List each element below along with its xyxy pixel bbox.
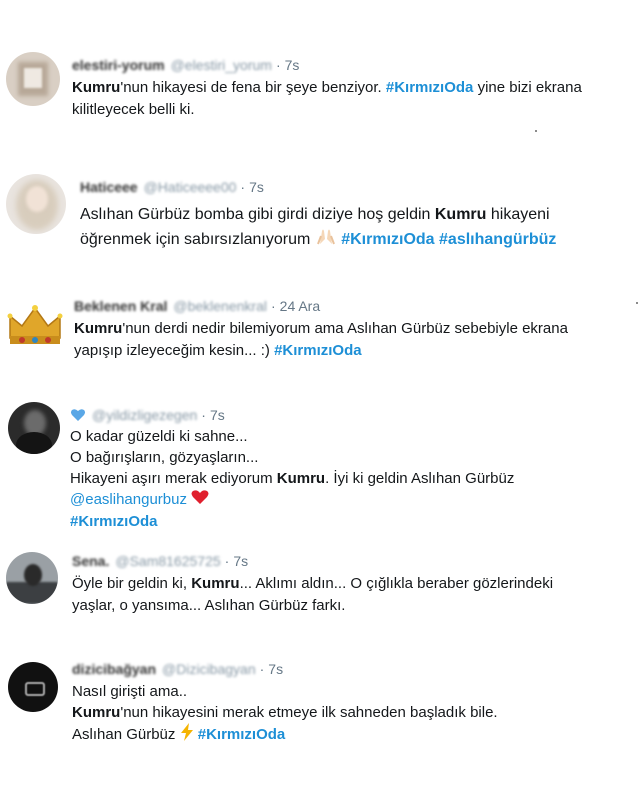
- tweet-text: Aslıhan Gürbüz bomba gibi girdi diziye h…: [80, 202, 556, 253]
- timestamp[interactable]: 24 Ara: [280, 298, 320, 314]
- avatar[interactable]: [6, 52, 60, 106]
- bold-text: Kumru: [72, 79, 121, 96]
- tweet-4[interactable]: @yildizligezegen · 7s O kadar güzeldi ki s…: [0, 390, 640, 540]
- avatar[interactable]: [8, 402, 60, 454]
- hashtag-link[interactable]: #KırmızıOda: [70, 513, 158, 530]
- tweet-5[interactable]: Sena. @Sam81625725 · 7s Öyle bir geldin ki,…: [0, 540, 640, 650]
- text-segment: yapışıp izleyeceğim kesin... :): [74, 342, 275, 359]
- separator-dot: ·: [224, 553, 230, 569]
- avatar[interactable]: [6, 174, 66, 234]
- avatar[interactable]: [6, 552, 58, 604]
- bold-text: Kumru: [191, 575, 240, 592]
- timestamp[interactable]: 7s: [268, 661, 283, 677]
- separator-dot: ·: [240, 179, 246, 195]
- text-segment: hikayeni: [486, 206, 550, 223]
- bold-text: Kumru: [74, 320, 123, 337]
- mention-link[interactable]: @easlihangurbuz: [70, 491, 187, 508]
- separator-dot: ·: [201, 407, 206, 423]
- separator-dot: ·: [259, 661, 265, 677]
- bold-text: Kumru: [434, 206, 487, 223]
- tweet-text: Nasıl girişti ama.. Kumru'nun hikayesini…: [72, 681, 498, 747]
- text-segment: Aslıhan Gürbüz bomba gibi girdi diziye h…: [80, 206, 435, 223]
- hashtag-link[interactable]: #KırmızıOda: [198, 726, 286, 743]
- lightning-icon: [180, 723, 194, 747]
- user-handle[interactable]: @yildizligezegen: [92, 407, 197, 423]
- text-line: kilitleyecek belli ki.: [72, 101, 195, 118]
- hashtag-link[interactable]: #aslıhangürbüz: [439, 231, 556, 248]
- user-handle[interactable]: @Dizicibagyan: [162, 661, 256, 677]
- timestamp[interactable]: 7s: [285, 57, 300, 73]
- timestamp[interactable]: 7s: [233, 553, 248, 569]
- tweet-2[interactable]: Haticeee @Haticeeee00 · 7s Aslıhan Gürbüz b…: [0, 160, 640, 280]
- tweet-1[interactable]: elestiri-yorum @elestiri_yorum · 7s Kumru'n…: [0, 0, 640, 160]
- hashtag-link[interactable]: #KırmızıOda: [386, 79, 474, 96]
- text-segment: Hikayeni aşırı merak ediyorum: [70, 470, 277, 487]
- timestamp[interactable]: 7s: [249, 179, 264, 195]
- speck: [636, 302, 638, 304]
- user-handle[interactable]: @beklenenkral: [173, 298, 267, 314]
- tweet-text: Kumru'nun derdi nedir bilemiyorum ama As…: [74, 318, 568, 362]
- tweet-text: O kadar güzeldi ki sahne... O bağırışlar…: [70, 426, 514, 532]
- red-heart-icon: [191, 489, 209, 511]
- timestamp[interactable]: 7s: [210, 407, 225, 423]
- separator-dot: ·: [270, 298, 276, 314]
- hashtag-link[interactable]: #KırmızıOda: [274, 342, 362, 359]
- blue-heart-icon: [70, 407, 86, 423]
- text-segment: yine bizi ekrana: [473, 79, 582, 96]
- text-line: O kadar güzeldi ki sahne...: [70, 428, 248, 445]
- text-segment: ... Aklımı aldın... O çığlıkla beraber g…: [239, 575, 554, 592]
- display-name[interactable]: Sena.: [72, 553, 109, 569]
- text-segment: Aslıhan Gürbüz: [72, 725, 180, 743]
- text-line: O bağırışların, gözyaşların...: [70, 449, 259, 466]
- separator-dot: ·: [275, 57, 281, 73]
- display-name[interactable]: elestiri-yorum: [72, 57, 165, 73]
- tweet-6[interactable]: dizicibağyan @Dizicibagyan · 7s Nasıl giriş…: [0, 650, 640, 800]
- text-segment: . İyi ki geldin Aslıhan Gürbüz: [325, 470, 515, 487]
- text-line: Nasıl girişti ama..: [72, 683, 188, 700]
- text-segment: 'nun hikayesi de fena bir şeye benziyor.: [120, 79, 386, 96]
- text-segment: Öyle bir geldin ki,: [72, 575, 192, 592]
- tweet-text: Kumru'nun hikayesi de fena bir şeye benz…: [72, 77, 582, 121]
- bold-text: Kumru: [72, 704, 121, 721]
- text-segment: 'nun hikayesini merak etmeye ilk sahnede…: [120, 704, 498, 721]
- bold-text: Kumru: [276, 470, 326, 487]
- user-handle[interactable]: @elestiri_yorum: [171, 57, 272, 73]
- avatar[interactable]: [8, 662, 58, 712]
- user-handle[interactable]: @Sam81625725: [115, 553, 220, 569]
- tweet-feed: elestiri-yorum @elestiri_yorum · 7s Kumru'n…: [0, 0, 640, 800]
- display-name[interactable]: Beklenen Kral: [74, 298, 167, 314]
- tweet-3[interactable]: Beklenen Kral @beklenenkral · 24 Ara Kumru'…: [0, 280, 640, 390]
- speck: [535, 130, 537, 132]
- text-segment: öğrenmek için sabırsızlanıyorum: [80, 231, 315, 249]
- text-segment: 'nun derdi nedir bilemiyorum ama Aslıhan…: [122, 320, 568, 337]
- display-name[interactable]: Haticeee: [80, 179, 138, 195]
- avatar[interactable]: [6, 294, 64, 352]
- tweet-text: Öyle bir geldin ki, Kumru... Aklımı aldı…: [72, 573, 553, 617]
- hashtag-link[interactable]: #KırmızıOda: [341, 231, 434, 248]
- crown-icon: [7, 305, 63, 344]
- display-name[interactable]: dizicibağyan: [72, 661, 156, 677]
- text-line: yaşlar, o yansıma... Aslıhan Gürbüz fark…: [72, 597, 346, 614]
- user-handle[interactable]: @Haticeeee00: [144, 179, 237, 195]
- praying-hands-icon: [315, 227, 337, 253]
